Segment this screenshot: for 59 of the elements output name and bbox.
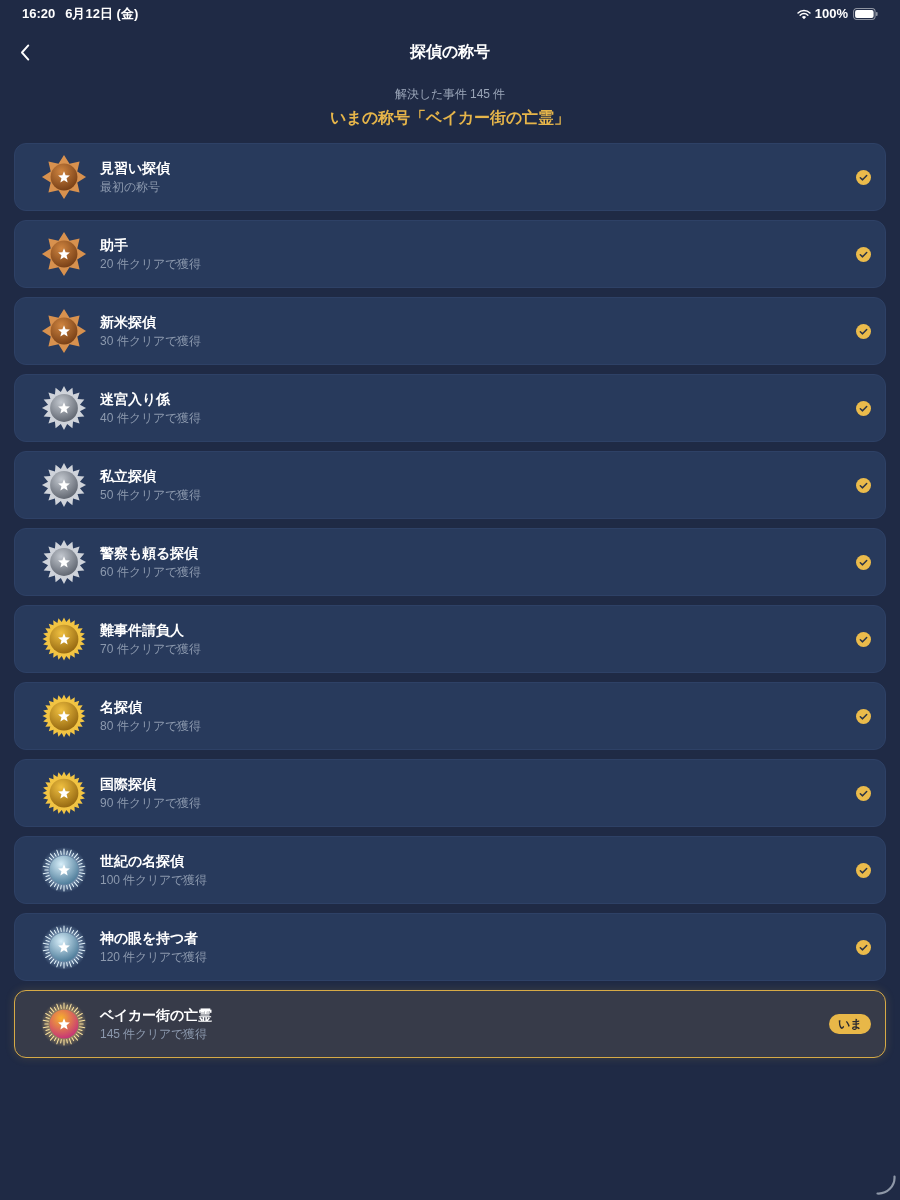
title-card[interactable]: 神の眼を持つ者 120 件クリアで獲得: [14, 913, 886, 981]
title-name: 私立探偵: [100, 467, 156, 486]
solved-count: 解決した事件 145 件: [394, 86, 506, 102]
title-card[interactable]: 名探偵 80 件クリアで獲得: [14, 682, 886, 750]
title-requirement: 90 件クリアで獲得: [100, 795, 201, 811]
battery-icon: [853, 8, 878, 20]
medal-icon: [41, 462, 87, 508]
title-card[interactable]: 助手 20 件クリアで獲得: [14, 220, 886, 288]
title-card[interactable]: 見習い探偵 最初の称号: [14, 143, 886, 211]
title-requirement: 30 件クリアで獲得: [100, 333, 201, 349]
title-requirement: 120 件クリアで獲得: [100, 949, 208, 965]
medal-icon: [41, 154, 87, 200]
title-name: ベイカー街の亡霊: [100, 1006, 212, 1025]
medal-icon: [41, 1001, 87, 1047]
title-card[interactable]: 世紀の名探偵 100 件クリアで獲得: [14, 836, 886, 904]
title-requirement: 60 件クリアで獲得: [100, 564, 201, 580]
title-name: 見習い探偵: [100, 159, 170, 178]
title-name: 国際探偵: [100, 775, 156, 794]
title-requirement: 最初の称号: [100, 179, 160, 195]
medal-icon: [41, 231, 87, 277]
title-name: 新米探偵: [100, 313, 156, 332]
title-name: 神の眼を持つ者: [100, 929, 198, 948]
title-requirement: 70 件クリアで獲得: [100, 641, 201, 657]
medal-icon: [41, 770, 87, 816]
title-requirement: 100 件クリアで獲得: [100, 872, 208, 888]
medal-icon: [41, 539, 87, 585]
title-requirement: 80 件クリアで獲得: [100, 718, 201, 734]
wifi-icon: [796, 8, 811, 20]
title-card[interactable]: 私立探偵 50 件クリアで獲得: [14, 451, 886, 519]
battery-percent: 100%: [814, 5, 848, 24]
title-card[interactable]: 難事件請負人 70 件クリアで獲得: [14, 605, 886, 673]
title-card[interactable]: 迷宮入り係 40 件クリアで獲得: [14, 374, 886, 442]
medal-icon: [41, 308, 87, 354]
title-requirement: 50 件クリアで獲得: [100, 487, 201, 503]
title-requirement: 145 件クリアで獲得: [100, 1026, 208, 1042]
medal-icon: [41, 693, 87, 739]
title-card[interactable]: 国際探偵 90 件クリアで獲得: [14, 759, 886, 827]
corner-arc-icon: [876, 1175, 896, 1195]
status-time: 16:20: [22, 5, 56, 24]
status-date: 6月12日 (金): [65, 5, 139, 24]
medal-icon: [41, 924, 87, 970]
title-name: 助手: [100, 236, 128, 255]
title-card[interactable]: ベイカー街の亡霊 145 件クリアで獲得 いま: [14, 990, 886, 1058]
medal-icon: [41, 847, 87, 893]
title-name: 世紀の名探偵: [100, 852, 184, 871]
title-requirement: 40 件クリアで獲得: [100, 410, 201, 426]
medal-icon: [41, 616, 87, 662]
chevron-left-icon: [20, 43, 30, 61]
title-name: 名探偵: [100, 698, 142, 717]
page-title: 探偵の称号: [410, 42, 490, 62]
title-requirement: 20 件クリアで獲得: [100, 256, 201, 272]
current-badge: いま: [829, 1014, 871, 1034]
medal-icon: [41, 385, 87, 431]
title-name: 難事件請負人: [100, 621, 184, 640]
current-title: いまの称号「ベイカー街の亡霊」: [330, 108, 570, 128]
title-card[interactable]: 新米探偵 30 件クリアで獲得: [14, 297, 886, 365]
title-card[interactable]: 警察も頼る探偵 60 件クリアで獲得: [14, 528, 886, 596]
title-name: 迷宮入り係: [100, 390, 170, 409]
title-name: 警察も頼る探偵: [100, 544, 198, 563]
